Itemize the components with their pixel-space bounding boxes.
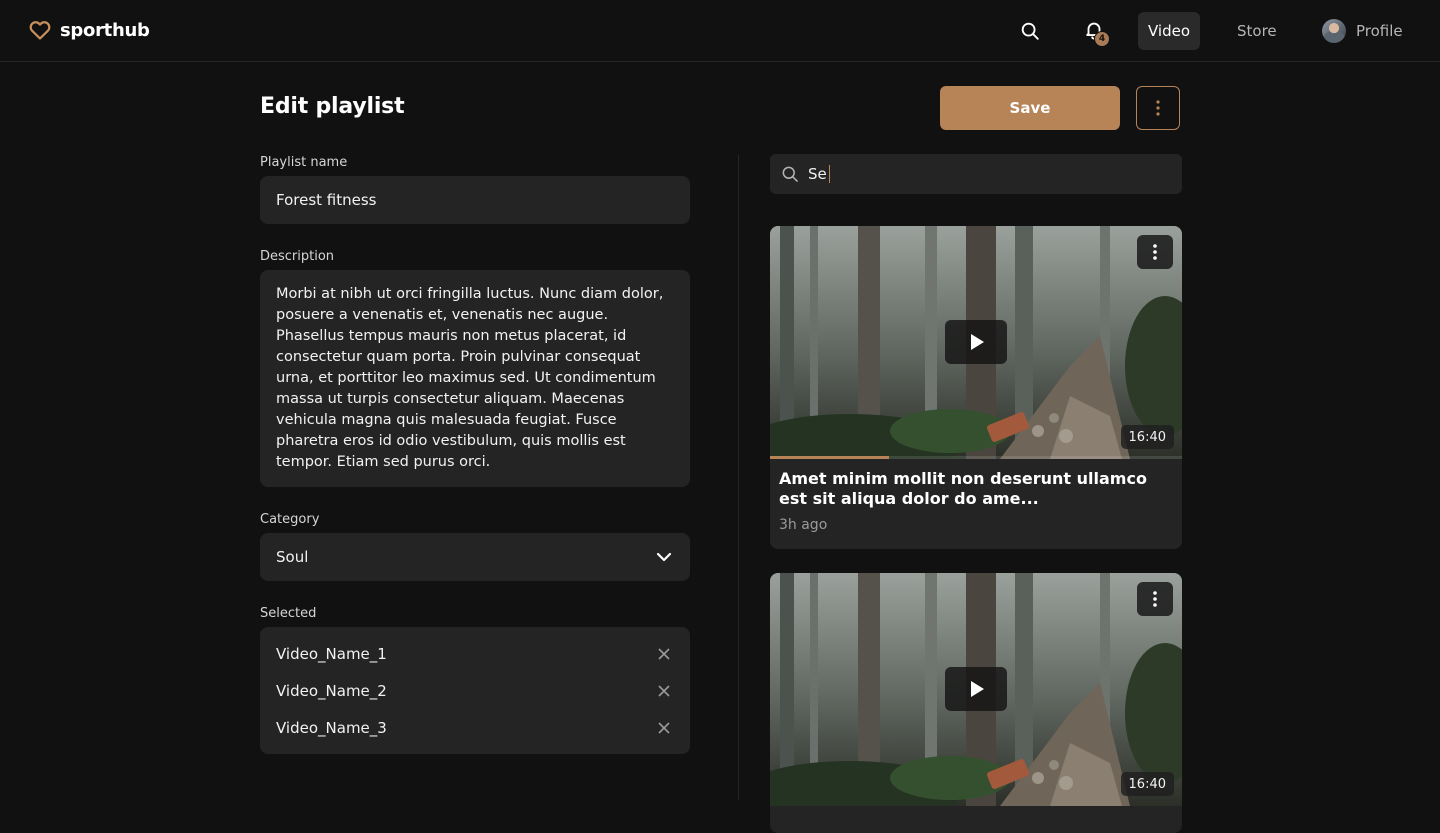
category-label: Category bbox=[260, 512, 320, 527]
selected-video-name: Video_Name_1 bbox=[276, 644, 387, 663]
brand-name: sporthub bbox=[60, 19, 150, 41]
play-icon bbox=[971, 334, 984, 350]
notification-count-badge: 4 bbox=[1094, 31, 1110, 47]
video-card[interactable]: 16:40 bbox=[770, 573, 1182, 833]
play-icon bbox=[971, 681, 984, 697]
video-search-input[interactable]: Se bbox=[808, 165, 1182, 183]
list-item: Video_Name_2 bbox=[260, 672, 690, 709]
video-duration: 16:40 bbox=[1120, 425, 1174, 449]
search-icon[interactable] bbox=[1016, 17, 1044, 45]
text-caret bbox=[829, 165, 830, 183]
video-thumbnail[interactable]: 16:40 bbox=[770, 226, 1182, 459]
remove-video-button[interactable] bbox=[654, 718, 674, 738]
list-item: Video_Name_3 bbox=[260, 709, 690, 746]
page-title: Edit playlist bbox=[260, 94, 405, 119]
selected-video-name: Video_Name_3 bbox=[276, 718, 387, 737]
selected-video-name: Video_Name_2 bbox=[276, 681, 387, 700]
nav-link-profile[interactable]: Profile bbox=[1312, 12, 1413, 50]
close-icon bbox=[658, 647, 670, 660]
list-item: Video_Name_1 bbox=[260, 635, 690, 672]
video-card-menu-button[interactable] bbox=[1137, 582, 1173, 616]
vertical-dots-icon bbox=[1156, 100, 1160, 116]
description-label: Description bbox=[260, 249, 335, 264]
close-icon bbox=[658, 684, 670, 697]
chevron-down-icon bbox=[656, 552, 672, 562]
playlist-name-input[interactable]: Forest fitness bbox=[260, 176, 690, 224]
heart-icon bbox=[29, 21, 51, 40]
category-select[interactable]: Soul bbox=[260, 533, 690, 581]
close-icon bbox=[658, 721, 670, 734]
save-button[interactable]: Save bbox=[940, 86, 1120, 130]
video-title[interactable]: Amet minim mollit non deserunt ullamco e… bbox=[770, 459, 1182, 509]
vertical-dots-icon bbox=[1153, 591, 1157, 607]
search-icon bbox=[782, 166, 798, 182]
video-card-menu-button[interactable] bbox=[1137, 235, 1173, 269]
top-navigation: sporthub 4 Video Store Profile bbox=[0, 0, 1440, 62]
notifications-bell-icon[interactable]: 4 bbox=[1080, 16, 1110, 47]
play-button[interactable] bbox=[945, 320, 1007, 364]
nav-link-video[interactable]: Video bbox=[1138, 12, 1201, 50]
video-card[interactable]: 16:40 Amet minim mollit non deserunt ull… bbox=[770, 226, 1182, 549]
video-posted-time: 3h ago bbox=[779, 517, 828, 533]
more-options-button[interactable] bbox=[1136, 86, 1180, 130]
selected-label: Selected bbox=[260, 606, 317, 621]
nav-link-store[interactable]: Store bbox=[1227, 12, 1287, 50]
video-thumbnail[interactable]: 16:40 bbox=[770, 573, 1182, 806]
selected-videos-list: Video_Name_1 Video_Name_2 Video_Name_3 bbox=[260, 627, 690, 754]
watch-progress-bar bbox=[770, 456, 1182, 459]
description-textarea[interactable]: Morbi at nibh ut orci fringilla luctus. … bbox=[260, 270, 690, 487]
play-button[interactable] bbox=[945, 667, 1007, 711]
remove-video-button[interactable] bbox=[654, 681, 674, 701]
brand-logo[interactable]: sporthub bbox=[28, 18, 150, 42]
nav-link-profile-label: Profile bbox=[1356, 22, 1403, 40]
column-divider bbox=[738, 155, 739, 800]
remove-video-button[interactable] bbox=[654, 644, 674, 664]
playlist-name-label: Playlist name bbox=[260, 155, 348, 170]
category-selected-value: Soul bbox=[276, 548, 309, 566]
video-duration: 16:40 bbox=[1120, 772, 1174, 796]
vertical-dots-icon bbox=[1153, 244, 1157, 260]
watch-progress-fill bbox=[770, 456, 890, 459]
video-search-field[interactable]: Se bbox=[770, 154, 1182, 194]
avatar bbox=[1322, 19, 1346, 43]
